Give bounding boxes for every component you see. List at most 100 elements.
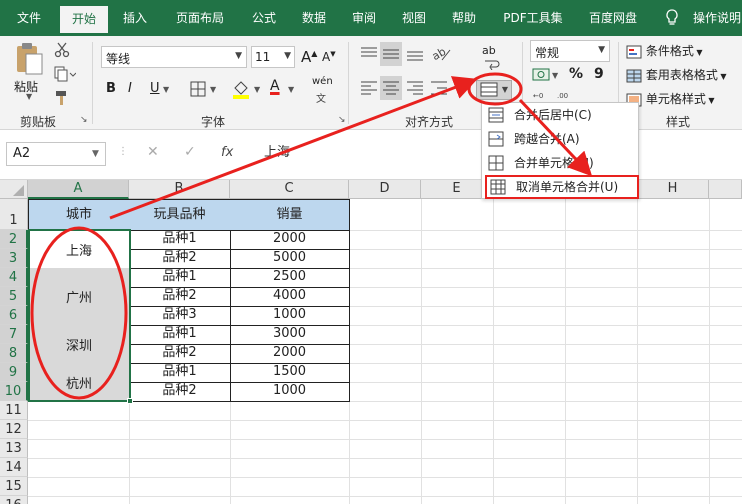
cut-icon[interactable] — [54, 42, 70, 61]
menu-item-unmerge-cells[interactable]: 取消单元格合并(U) — [485, 175, 639, 199]
merged-cell-city[interactable]: 杭州 — [28, 363, 130, 402]
percent-button[interactable]: % — [569, 66, 583, 82]
row-header-13[interactable]: 13 — [0, 439, 28, 458]
merged-cell-city[interactable]: 上海 — [28, 230, 130, 269]
number-format-select[interactable]: 常规 ▼ — [530, 40, 610, 62]
tab-tell-me[interactable]: 操作说明 — [688, 0, 742, 36]
menu-item-merge-cells[interactable]: 合并单元格(M) — [482, 151, 638, 175]
clipboard-launcher-icon[interactable]: ↘ — [80, 115, 88, 125]
table-cell-variety[interactable]: 品种2 — [129, 382, 231, 402]
tab-pdf-tools[interactable]: PDF工具集 — [494, 0, 572, 36]
indent-icon[interactable] — [428, 78, 450, 101]
row-header-11[interactable]: 11 — [0, 401, 28, 420]
table-cell-sales[interactable]: 5000 — [230, 249, 350, 269]
table-cell-sales[interactable]: 3000 — [230, 325, 350, 345]
chevron-down-icon[interactable]: ▼ — [552, 71, 558, 80]
table-cell-variety[interactable]: 品种2 — [129, 287, 231, 307]
row-header-7[interactable]: 7 — [0, 325, 28, 344]
chevron-down-icon[interactable]: ▼ — [254, 85, 260, 94]
chevron-down-icon[interactable]: ▼ — [163, 85, 169, 94]
column-header-h[interactable]: H — [637, 180, 709, 199]
grow-font-button[interactable]: A▲ — [301, 48, 317, 66]
comma-button[interactable]: 9 — [594, 66, 604, 82]
tab-insert[interactable]: 插入 — [112, 0, 158, 36]
row-header-3[interactable]: 3 — [0, 249, 28, 268]
table-cell-sales[interactable]: 1500 — [230, 363, 350, 383]
font-size-select[interactable]: 11 ▼ — [251, 46, 295, 68]
row-header-4[interactable]: 4 — [0, 268, 28, 287]
table-cell-variety[interactable]: 品种1 — [129, 268, 231, 288]
chevron-down-icon[interactable]: ▼ — [288, 85, 294, 94]
italic-button[interactable]: I — [128, 81, 132, 96]
row-header-6[interactable]: 6 — [0, 306, 28, 325]
lightbulb-icon[interactable] — [662, 0, 682, 36]
tab-baidu-netdisk[interactable]: 百度网盘 — [580, 0, 646, 36]
tab-home[interactable]: 开始 — [60, 6, 108, 36]
tab-review[interactable]: 审阅 — [342, 0, 386, 36]
table-cell-variety[interactable]: 品种2 — [129, 344, 231, 364]
format-painter-icon[interactable] — [54, 90, 70, 109]
underline-button[interactable]: U — [150, 81, 160, 96]
merged-cell-city[interactable]: 广州 — [28, 268, 130, 326]
insert-function-button[interactable]: fx — [221, 145, 233, 160]
chevron-down-icon[interactable]: ▼ — [92, 142, 99, 166]
align-top-icon[interactable] — [358, 44, 380, 67]
cancel-icon[interactable]: ✕ — [147, 144, 159, 160]
row-header-5[interactable]: 5 — [0, 287, 28, 306]
paste-dropdown-icon[interactable]: ▼ — [26, 92, 32, 101]
column-header-a[interactable]: A — [28, 180, 129, 199]
table-cell-sales[interactable]: 1000 — [230, 382, 350, 402]
table-cell-variety[interactable]: 品种3 — [129, 306, 231, 326]
header-cell-variety[interactable]: 玩具品种 — [129, 199, 231, 231]
header-cell-city[interactable]: 城市 — [28, 199, 130, 231]
bold-button[interactable]: B — [106, 81, 116, 96]
table-cell-sales[interactable]: 2500 — [230, 268, 350, 288]
font-name-select[interactable]: 等线 ▼ — [101, 46, 247, 68]
check-icon[interactable]: ✓ — [184, 144, 196, 160]
font-color-button[interactable]: A — [270, 78, 280, 94]
format-as-table-button[interactable]: 套用表格格式 ▼ — [626, 66, 727, 83]
orientation-icon[interactable]: ab — [430, 44, 456, 67]
row-header-2[interactable]: 2 — [0, 230, 28, 249]
tab-view[interactable]: 视图 — [392, 0, 436, 36]
select-all-corner[interactable] — [0, 180, 28, 199]
borders-icon[interactable] — [190, 81, 206, 100]
column-header-b[interactable]: B — [129, 180, 230, 199]
column-header-c[interactable]: C — [230, 180, 349, 199]
shrink-font-button[interactable]: A▼ — [322, 50, 336, 64]
row-header-15[interactable]: 15 — [0, 477, 28, 496]
fill-handle[interactable] — [127, 398, 133, 404]
tab-file[interactable]: 文件 — [4, 0, 54, 36]
menu-item-merge-across[interactable]: 跨越合并(A) — [482, 127, 638, 151]
column-header-d[interactable]: D — [349, 180, 421, 199]
table-cell-sales[interactable]: 4000 — [230, 287, 350, 307]
table-cell-variety[interactable]: 品种1 — [129, 325, 231, 345]
merged-cell-city[interactable]: 深圳 — [28, 325, 130, 364]
copy-icon[interactable] — [54, 66, 77, 85]
tab-help[interactable]: 帮助 — [442, 0, 486, 36]
row-header-1[interactable]: 1 — [0, 199, 28, 230]
column-header-next[interactable] — [709, 180, 742, 199]
align-bottom-icon[interactable] — [404, 44, 426, 67]
align-right-icon[interactable] — [404, 78, 426, 101]
table-cell-variety[interactable]: 品种2 — [129, 249, 231, 269]
currency-icon[interactable] — [532, 66, 554, 87]
cell-styles-button[interactable]: 单元格样式 ▼ — [626, 90, 715, 107]
font-launcher-icon[interactable]: ↘ — [338, 115, 346, 125]
tab-page-layout[interactable]: 页面布局 — [164, 0, 236, 36]
row-header-8[interactable]: 8 — [0, 344, 28, 363]
tab-data[interactable]: 数据 — [292, 0, 336, 36]
pinyin-button[interactable]: wén — [312, 76, 333, 87]
menu-item-merge-center[interactable]: 合并后居中(C) — [482, 103, 638, 127]
row-header-12[interactable]: 12 — [0, 420, 28, 439]
table-cell-sales[interactable]: 1000 — [230, 306, 350, 326]
row-header-10[interactable]: 10 — [0, 382, 28, 401]
align-center-icon[interactable] — [380, 76, 402, 100]
wrap-text-button[interactable]: ab — [482, 44, 496, 57]
row-header-14[interactable]: 14 — [0, 458, 28, 477]
align-left-icon[interactable] — [358, 78, 380, 101]
header-cell-sales[interactable]: 销量 — [230, 199, 350, 231]
chevron-down-icon[interactable]: ▼ — [210, 85, 216, 94]
table-cell-sales[interactable]: 2000 — [230, 344, 350, 364]
name-box[interactable]: A2 — [6, 142, 106, 166]
